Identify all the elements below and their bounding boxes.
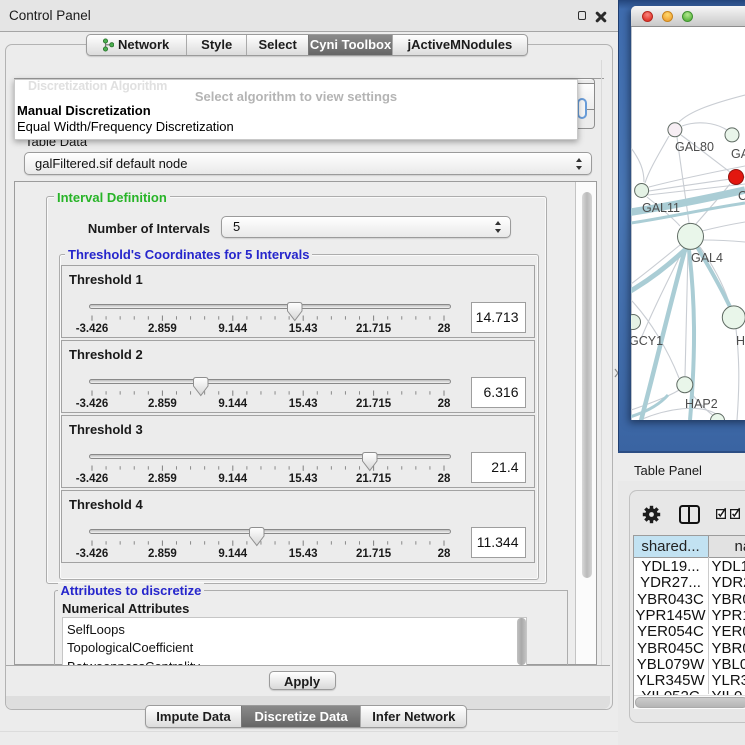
svg-text:C: C <box>738 189 745 203</box>
svg-text:GCY1: GCY1 <box>631 334 663 348</box>
svg-text:GAL80: GAL80 <box>675 140 714 154</box>
svg-text:GAL11: GAL11 <box>642 201 680 215</box>
svg-text:GAL4: GAL4 <box>691 251 723 265</box>
svg-text:GA: GA <box>731 147 745 161</box>
svg-text:HAP2: HAP2 <box>685 397 718 411</box>
svg-text:H: H <box>736 334 745 348</box>
